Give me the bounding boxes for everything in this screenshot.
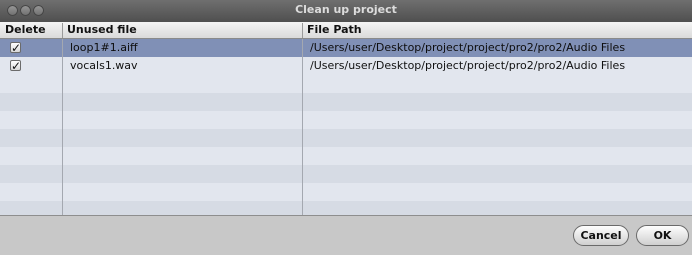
clean-up-project-window: Clean up project Delete Unused file File… (0, 0, 692, 255)
column-line (62, 39, 63, 215)
table-body: ✓ loop1#1.aiff /Users/user/Desktop/proje… (0, 39, 692, 215)
delete-checkbox[interactable]: ✓ (10, 59, 21, 73)
window-title: Clean up project (295, 3, 397, 16)
empty-row (0, 201, 692, 215)
empty-row (0, 75, 692, 93)
empty-row (0, 93, 692, 111)
delete-cell: ✓ (0, 57, 62, 75)
empty-row (0, 111, 692, 129)
table-row[interactable]: ✓ loop1#1.aiff /Users/user/Desktop/proje… (0, 39, 692, 57)
empty-row (0, 129, 692, 147)
unused-file-cell: vocals1.wav (70, 59, 138, 72)
column-header-unused-file[interactable]: Unused file (62, 22, 302, 39)
checkmark-icon: ✓ (11, 41, 22, 55)
checkmark-icon: ✓ (11, 59, 22, 73)
cancel-button[interactable]: Cancel (573, 225, 629, 246)
ok-button[interactable]: OK (636, 225, 689, 246)
table-header: Delete Unused file File Path (0, 22, 692, 39)
dialog-footer: Cancel OK (0, 216, 692, 255)
file-path-cell: /Users/user/Desktop/project/project/pro2… (310, 41, 626, 54)
delete-checkbox[interactable]: ✓ (10, 41, 21, 55)
titlebar: Clean up project (0, 0, 692, 22)
empty-row (0, 147, 692, 165)
empty-row (0, 165, 692, 183)
empty-row (0, 183, 692, 201)
column-header-delete[interactable]: Delete (0, 22, 62, 39)
unused-files-table: Delete Unused file File Path ✓ loop1#1.a… (0, 22, 692, 216)
unused-file-cell: loop1#1.aiff (70, 41, 138, 54)
column-line (302, 39, 303, 215)
column-header-file-path[interactable]: File Path (302, 22, 692, 39)
delete-cell: ✓ (0, 39, 62, 57)
table-row[interactable]: ✓ vocals1.wav /Users/user/Desktop/projec… (0, 57, 692, 75)
file-path-cell: /Users/user/Desktop/project/project/pro2… (310, 59, 626, 72)
